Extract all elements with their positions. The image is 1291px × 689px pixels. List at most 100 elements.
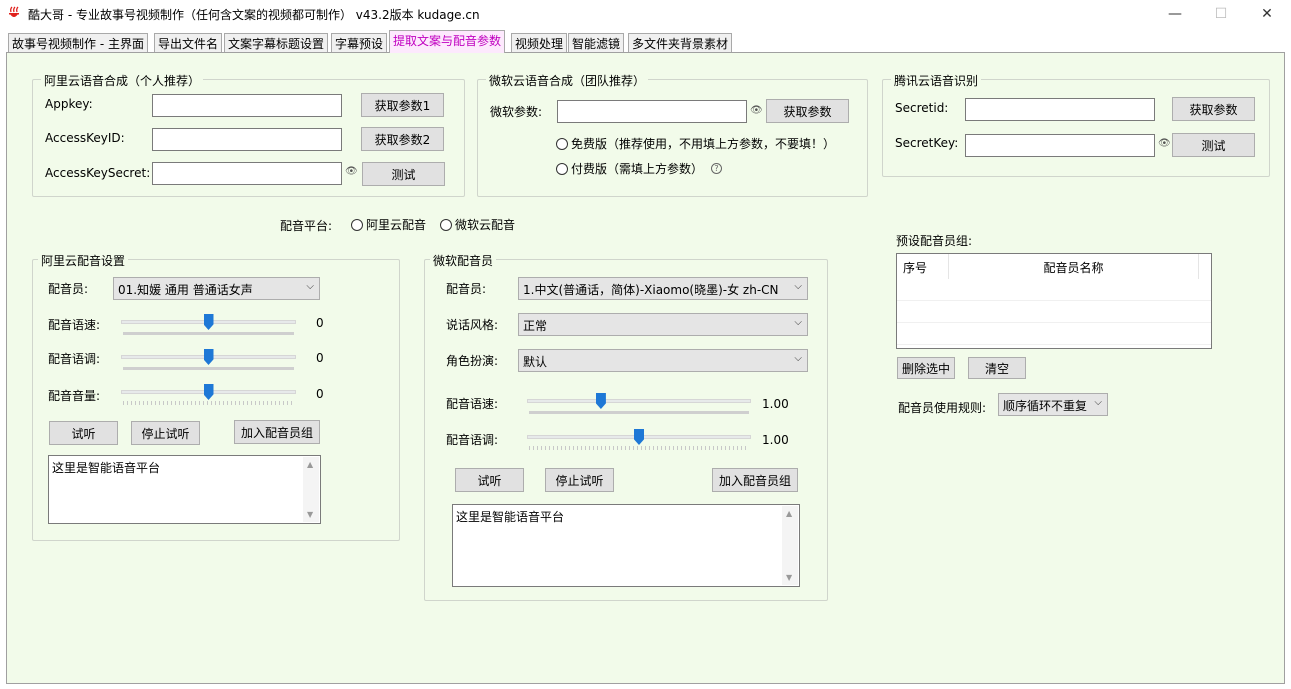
accesskeyid-label: AccessKeyID: — [45, 131, 125, 145]
tab-multi-folder-bg[interactable]: 多文件夹背景素材 — [628, 33, 733, 52]
aliyun-speed-label: 配音语速: — [48, 318, 101, 332]
aliyun-speed-slider[interactable] — [115, 312, 302, 336]
ms-pitch-label: 配音语调: — [446, 433, 499, 447]
col-header-name[interactable]: 配音员名称 — [949, 254, 1199, 279]
minimize-button[interactable]: — — [1152, 0, 1198, 28]
aliyun-pitch-label: 配音语调: — [48, 352, 101, 366]
slider-thumb[interactable] — [595, 393, 606, 409]
ms-listen-button[interactable]: 试听 — [455, 468, 524, 492]
secretkey-label: SecretKey: — [895, 136, 959, 150]
radio-circle — [556, 137, 568, 150]
ms-role-value: 默认 — [523, 355, 548, 369]
ms-style-label: 说话风格: — [446, 318, 499, 332]
slider-thumb[interactable] — [203, 384, 214, 400]
chevron-down-icon: ⌵ — [794, 317, 802, 328]
aliyun-listen-button[interactable]: 试听 — [49, 421, 118, 445]
accesskeyid-input[interactable] — [152, 128, 342, 151]
tab-smart-filter[interactable]: 智能滤镜 — [568, 33, 625, 52]
aliyun-voice-select[interactable]: 01.知媛 通用 普通话女声 ⌵ — [113, 277, 320, 300]
aliyun-voice-label: 配音员: — [48, 282, 89, 296]
aliyun-volume-value: 0 — [316, 387, 324, 401]
platform-aliyun-radio[interactable]: 阿里云配音 — [351, 216, 426, 233]
show-password-icon[interactable]: 👁 — [345, 166, 358, 177]
chevron-down-icon: ⌵ — [1094, 397, 1102, 408]
tencent-asr-group: 腾讯云语音识别 Secretid: 获取参数 SecretKey: 👁 测试 — [882, 72, 1270, 177]
tab-video-processing[interactable]: 视频处理 — [511, 33, 568, 52]
aliyun-stop-button[interactable]: 停止试听 — [131, 421, 200, 445]
ms-style-select[interactable]: 正常 ⌵ — [518, 313, 808, 336]
ms-param-input[interactable] — [557, 100, 747, 123]
ms-role-select[interactable]: 默认 ⌵ — [518, 349, 808, 372]
title-bar: 酷大哥 - 专业故事号视频制作（任何含文案的视频都可制作） v43.2版本 ku… — [0, 0, 1291, 28]
ms-speed-slider[interactable] — [521, 391, 757, 415]
aliyun-speed-value: 0 — [316, 316, 324, 330]
clear-button[interactable]: 清空 — [968, 357, 1026, 379]
free-version-label: 免费版（推荐使用，不用填上方参数，不要填！） — [571, 137, 836, 151]
scrollbar[interactable]: ▲ ▼ — [782, 506, 798, 585]
platform-microsoft-radio[interactable]: 微软云配音 — [440, 216, 515, 233]
aliyun-pitch-value: 0 — [316, 351, 324, 365]
accesskeysecret-input[interactable] — [152, 162, 342, 185]
ms-text-area[interactable]: 这里是智能语音平台 ▲ ▼ — [452, 504, 800, 587]
show-password-icon[interactable]: 👁 — [1158, 138, 1171, 149]
aliyun-synth-title: 阿里云语音合成（个人推荐） — [41, 72, 204, 89]
aliyun-test-button[interactable]: 测试 — [362, 162, 445, 186]
aliyun-add-group-button[interactable]: 加入配音员组 — [234, 420, 320, 444]
chevron-down-icon: ⌵ — [794, 281, 802, 292]
window-title: 酷大哥 - 专业故事号视频制作（任何含文案的视频都可制作） v43.2版本 ku… — [28, 8, 480, 22]
slider-thumb[interactable] — [634, 429, 644, 445]
aliyun-volume-slider[interactable] — [115, 382, 302, 406]
tab-subtitle-presets[interactable]: 字幕预设 — [331, 33, 388, 52]
maximize-button[interactable]: ☐ — [1198, 0, 1244, 28]
show-password-icon[interactable]: 👁 — [750, 105, 763, 116]
close-button[interactable]: ✕ — [1244, 0, 1290, 28]
tencent-test-button[interactable]: 测试 — [1172, 133, 1255, 157]
ms-pitch-slider[interactable] — [521, 427, 757, 451]
radio-circle — [556, 162, 568, 175]
chevron-down-icon: ⌵ — [794, 353, 802, 364]
ms-role-label: 角色扮演: — [446, 354, 499, 368]
tencent-get-param-button[interactable]: 获取参数 — [1172, 97, 1255, 121]
platform-aliyun-label: 阿里云配音 — [366, 218, 427, 232]
get-param1-button[interactable]: 获取参数1 — [361, 93, 444, 117]
delete-selected-button[interactable]: 删除选中 — [897, 357, 955, 379]
appkey-input[interactable] — [152, 94, 342, 117]
aliyun-text-content: 这里是智能语音平台 — [52, 461, 161, 475]
aliyun-pitch-slider[interactable] — [115, 347, 302, 371]
help-icon[interactable]: ? — [711, 163, 723, 174]
get-param2-button[interactable]: 获取参数2 — [361, 127, 444, 151]
ms-voice-select[interactable]: 1.中文(普通话，简体)-Xiaomo(晓墨)-女 zh-CN ⌵ — [518, 277, 808, 300]
ms-add-group-button[interactable]: 加入配音员组 — [712, 468, 798, 492]
secretkey-input[interactable] — [965, 134, 1155, 157]
preset-group-label: 预设配音员组: — [896, 234, 973, 248]
col-header-no[interactable]: 序号 — [897, 254, 949, 279]
scroll-down-icon: ▼ — [307, 510, 314, 519]
scrollbar[interactable]: ▲ ▼ — [303, 457, 319, 522]
paid-version-radio[interactable]: 付费版（需填上方参数） ? — [556, 160, 723, 177]
ms-stop-button[interactable]: 停止试听 — [545, 468, 614, 492]
tab-export-filename[interactable]: 导出文件名 — [154, 33, 223, 52]
tab-subtitle-settings[interactable]: 文案字幕标题设置 — [224, 33, 329, 52]
secretid-label: Secretid: — [895, 101, 949, 115]
ms-voice-value: 1.中文(普通话，简体)-Xiaomo(晓墨)-女 zh-CN — [523, 283, 779, 297]
ms-get-param-button[interactable]: 获取参数 — [766, 99, 849, 123]
free-version-radio[interactable]: 免费版（推荐使用，不用填上方参数，不要填！） — [556, 135, 835, 152]
preset-voice-list[interactable]: 序号 配音员名称 — [896, 253, 1212, 349]
scroll-down-icon: ▼ — [786, 573, 793, 582]
tab-extract-dubbing[interactable]: 提取文案与配音参数 — [389, 30, 506, 53]
secretid-input[interactable] — [965, 98, 1155, 121]
ms-synth-title: 微软云语音合成（团队推荐） — [486, 72, 649, 89]
platform-microsoft-label: 微软云配音 — [455, 218, 516, 232]
ms-style-value: 正常 — [523, 319, 548, 333]
slider-thumb[interactable] — [203, 349, 214, 365]
tab-main[interactable]: 故事号视频制作 - 主界面 — [8, 33, 148, 52]
aliyun-voice-group: 阿里云配音设置 配音员: 01.知媛 通用 普通话女声 ⌵ 配音语速: 0 配音… — [32, 252, 400, 541]
app-logo-icon — [9, 6, 19, 17]
tab-content: 阿里云语音合成（个人推荐） Appkey: 获取参数1 AccessKeyID:… — [6, 52, 1285, 684]
radio-circle — [440, 218, 452, 231]
rule-select[interactable]: 顺序循环不重复 ⌵ — [998, 393, 1108, 416]
slider-thumb[interactable] — [203, 314, 214, 330]
chevron-down-icon: ⌵ — [306, 281, 314, 292]
appkey-label: Appkey: — [45, 97, 93, 111]
aliyun-text-area[interactable]: 这里是智能语音平台 ▲ ▼ — [48, 455, 321, 524]
